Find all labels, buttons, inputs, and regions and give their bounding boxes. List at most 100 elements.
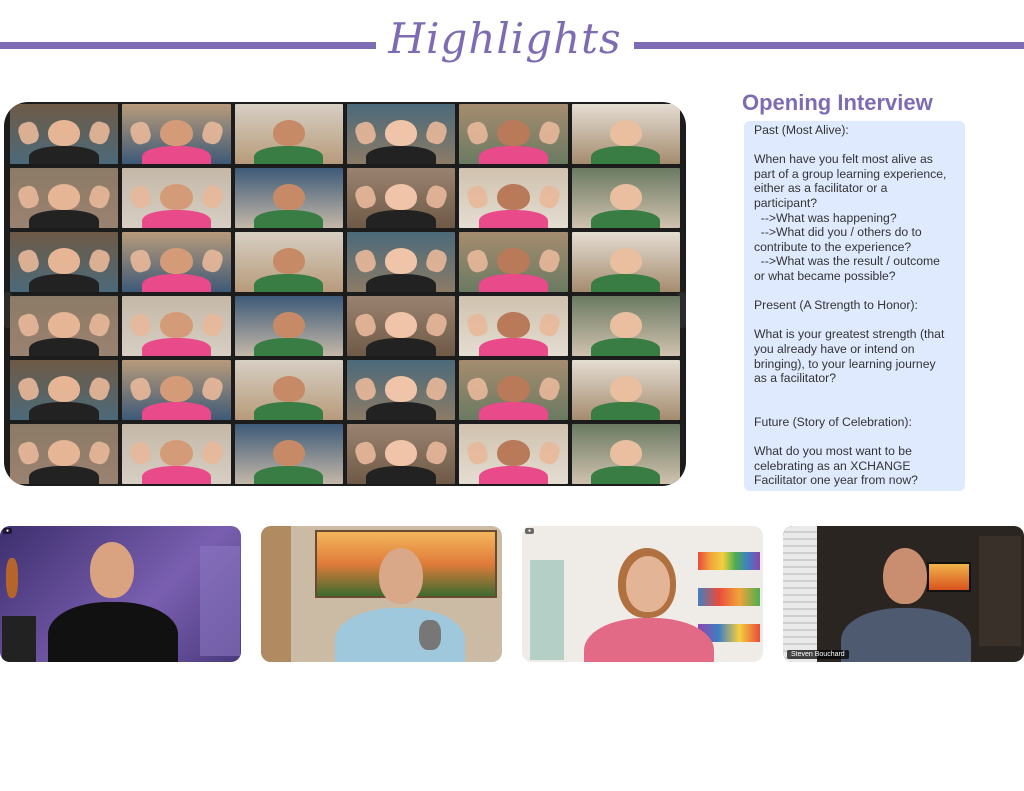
participant-face — [384, 439, 418, 466]
participant-video-tile[interactable] — [10, 232, 119, 292]
interview-line: -->What was happening? — [754, 210, 897, 225]
participant-video-tile[interactable] — [571, 168, 680, 228]
participant-face — [160, 119, 193, 146]
participant-video-tile[interactable] — [10, 360, 119, 420]
participant-video-tile[interactable] — [571, 296, 680, 356]
microphone-decor — [419, 620, 441, 650]
participant-face — [384, 311, 418, 338]
interview-line: What do you most want to be — [754, 444, 912, 459]
speaker-video-4[interactable]: Steven Bouchard — [783, 526, 1024, 662]
participant-video-tile[interactable] — [571, 424, 680, 484]
speaker-video-1[interactable]: ● — [0, 526, 241, 662]
participant-video-tile[interactable] — [347, 168, 456, 228]
participant-video-tile[interactable] — [122, 168, 231, 228]
participant-video-tile[interactable] — [234, 360, 343, 420]
participant-shirt — [478, 402, 549, 420]
participant-video-tile[interactable] — [347, 104, 456, 164]
participant-face — [384, 119, 418, 146]
participant-video-tile[interactable] — [122, 424, 231, 484]
raised-hand — [199, 183, 225, 211]
speaker-shirt — [335, 608, 465, 662]
raised-hand — [536, 439, 562, 467]
raised-hand — [536, 183, 562, 211]
interview-line: Past (Most Alive): — [754, 123, 849, 137]
participant-shirt — [141, 466, 212, 484]
window-blinds-decor — [783, 526, 817, 662]
participant-video-tile[interactable] — [122, 360, 231, 420]
raised-hand — [465, 119, 491, 147]
bookshelf-decor — [698, 588, 760, 606]
interview-line: celebrating as an XCHANGE — [754, 458, 911, 473]
participant-video-tile[interactable] — [122, 104, 231, 164]
raised-hand — [15, 183, 42, 211]
participant-video-tile[interactable] — [347, 296, 456, 356]
participant-video-tile[interactable] — [10, 168, 119, 228]
participant-shirt — [29, 210, 99, 228]
participant-face — [609, 311, 643, 338]
participant-video-tile[interactable] — [571, 104, 680, 164]
participant-face — [609, 247, 643, 274]
raised-hand — [352, 375, 379, 403]
participant-gallery — [4, 102, 686, 486]
participant-shirt — [366, 466, 436, 484]
interview-line: either as a facilitator or a — [754, 181, 888, 196]
participant-video-tile[interactable] — [234, 168, 343, 228]
raised-hand — [424, 375, 450, 403]
participant-face — [47, 439, 81, 466]
participant-video-tile[interactable] — [459, 296, 568, 356]
participant-video-tile[interactable] — [122, 296, 231, 356]
speaker-video-3[interactable]: ● — [522, 526, 763, 662]
speaker-video-2[interactable]: ● — [261, 526, 502, 662]
raised-hand — [199, 119, 225, 147]
participant-video-tile[interactable] — [571, 232, 680, 292]
participant-video-tile[interactable] — [10, 104, 119, 164]
participant-video-tile[interactable] — [234, 296, 343, 356]
raised-hand — [352, 119, 379, 147]
raised-hand — [536, 311, 562, 339]
page-title: Highlights — [388, 14, 622, 63]
participant-video-tile[interactable] — [347, 424, 456, 484]
participant-video-tile[interactable] — [571, 360, 680, 420]
interview-line: Future (Story of Celebration): — [754, 414, 912, 429]
participant-shirt — [478, 274, 549, 292]
participant-shirt — [478, 146, 549, 164]
raised-hand — [87, 311, 113, 339]
interview-line: When have you felt most alive as — [754, 152, 933, 167]
raised-hand — [199, 311, 225, 339]
participant-video-tile[interactable] — [347, 232, 456, 292]
participant-face — [384, 247, 418, 274]
speaker-name-tag: Steven Bouchard — [787, 650, 849, 659]
participant-video-tile[interactable] — [122, 232, 231, 292]
video-tile-grid — [10, 104, 680, 484]
raised-hand — [199, 375, 225, 403]
participant-face — [272, 439, 306, 466]
shelf-decor — [979, 536, 1021, 646]
participant-video-tile[interactable] — [10, 296, 119, 356]
interview-line: bringing), to your learning journey — [754, 356, 936, 371]
speaker-face — [90, 542, 134, 598]
participant-face — [609, 439, 643, 466]
interview-line: -->What was the result / outcome — [754, 254, 940, 269]
raised-hand — [424, 183, 450, 211]
participant-video-tile[interactable] — [234, 232, 343, 292]
participant-video-tile[interactable] — [459, 360, 568, 420]
participant-video-tile[interactable] — [459, 168, 568, 228]
raised-hand — [465, 311, 491, 339]
participant-video-tile[interactable] — [234, 424, 343, 484]
interview-line — [754, 138, 957, 153]
participant-face — [609, 375, 643, 402]
participant-face — [47, 183, 81, 210]
participant-video-tile[interactable] — [459, 104, 568, 164]
raised-hand — [15, 311, 42, 339]
participant-video-tile[interactable] — [234, 104, 343, 164]
right-title-rule — [634, 42, 1024, 49]
raised-hand — [465, 439, 491, 467]
participant-video-tile[interactable] — [347, 360, 456, 420]
participant-face — [47, 311, 81, 338]
participant-video-tile[interactable] — [10, 424, 119, 484]
participant-video-tile[interactable] — [459, 424, 568, 484]
participant-video-tile[interactable] — [459, 232, 568, 292]
participant-face — [497, 119, 530, 146]
left-title-rule — [0, 42, 376, 49]
participant-face — [384, 183, 418, 210]
